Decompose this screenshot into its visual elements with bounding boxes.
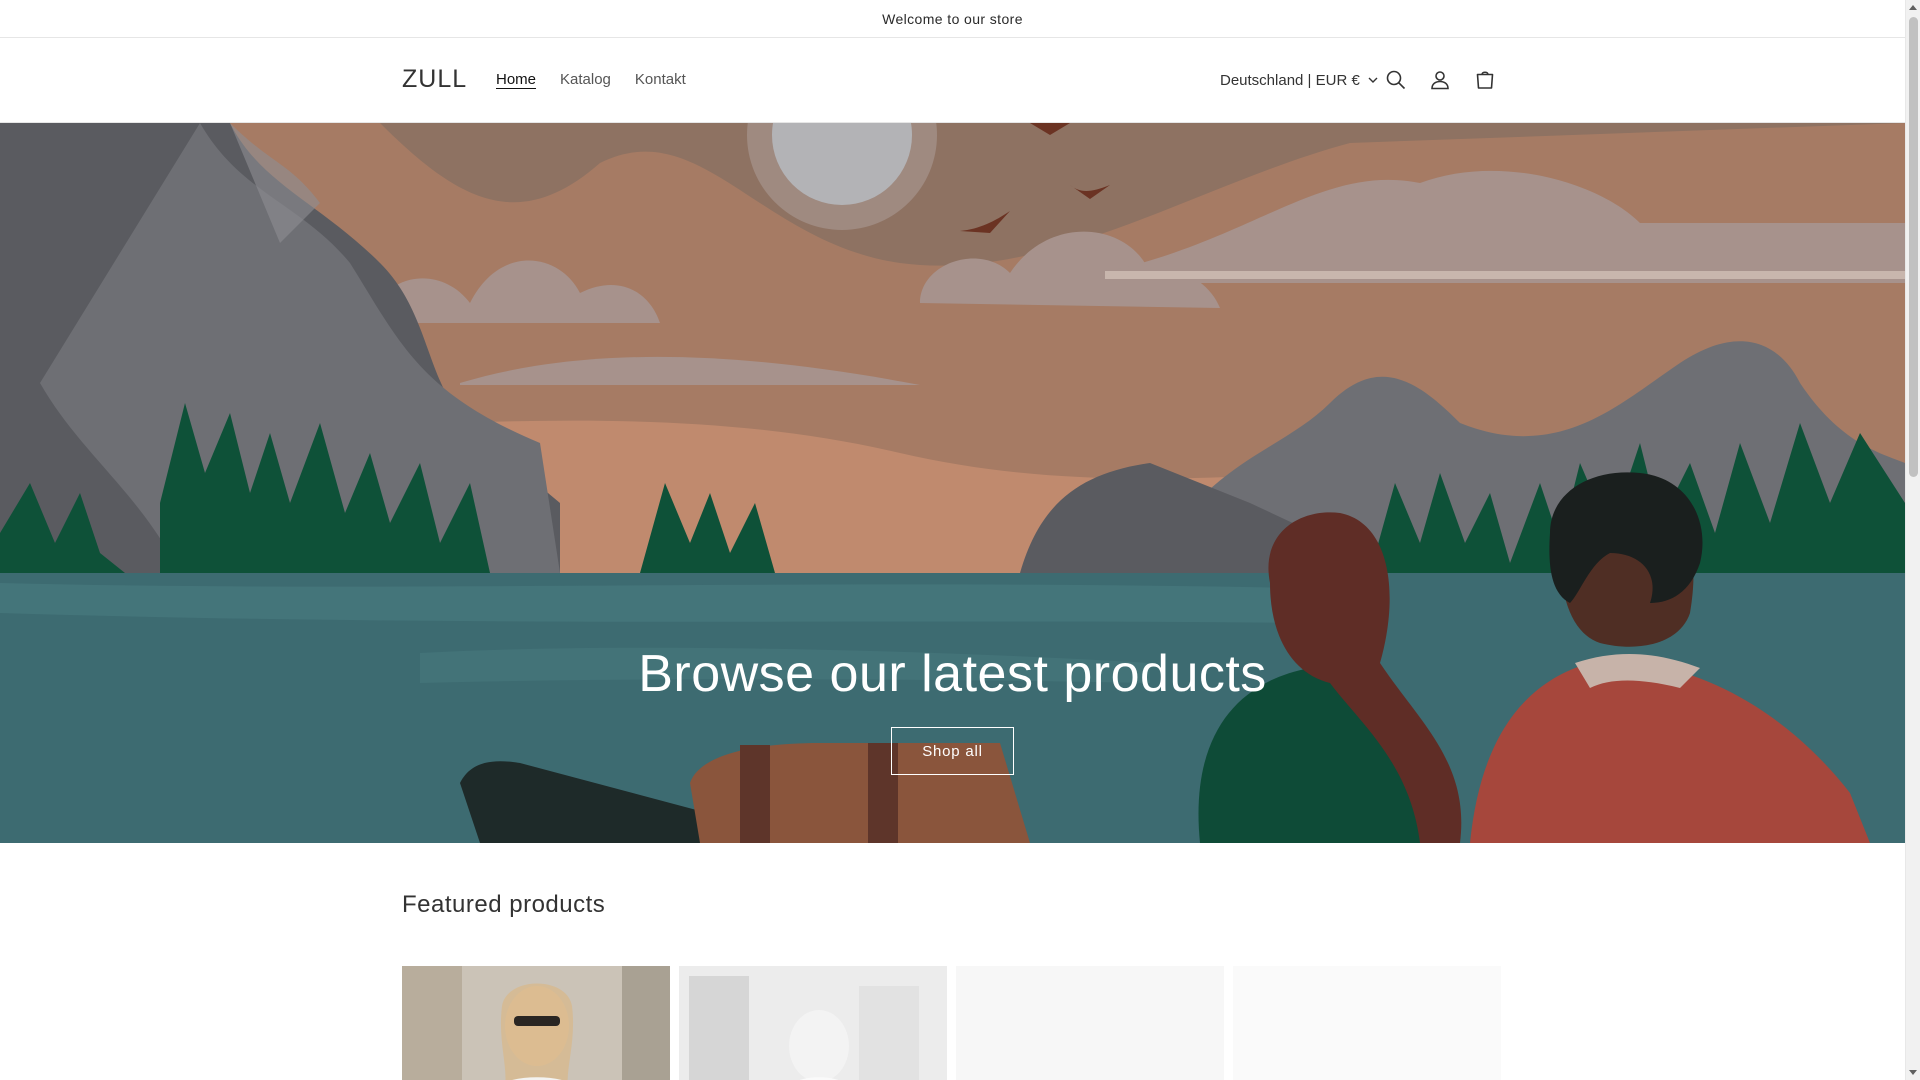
hero-banner: Browse our latest products Shop all [0,123,1905,843]
product-card[interactable] [956,966,1224,1080]
product-card[interactable] [402,966,670,1080]
announcement-text: Welcome to our store [882,10,1023,27]
search-button[interactable] [1374,58,1418,102]
featured-products: Featured products [0,843,1905,1080]
nav-item-kontakt[interactable]: Kontakt [623,70,698,90]
country-selector[interactable]: Deutschland | EUR € [1210,68,1388,92]
country-selector-label: Deutschland | EUR € [1220,71,1360,89]
nav-item-katalog[interactable]: Katalog [548,70,623,90]
cart-button[interactable] [1463,58,1507,102]
page: Welcome to our store ZULL Home Katalog K… [0,0,1905,1080]
product-card[interactable] [1233,966,1501,1080]
product-image [402,966,670,1080]
site-header: ZULL Home Katalog Kontakt Deutschland | … [0,38,1905,123]
store-logo[interactable]: ZULL [402,65,467,94]
product-card[interactable] [679,966,947,1080]
product-image [679,966,947,1080]
page-scrollbar[interactable] [1905,0,1920,1080]
scroll-down-icon[interactable] [1909,1070,1917,1075]
scroll-up-icon[interactable] [1909,5,1917,10]
announcement-bar: Welcome to our store [0,0,1905,38]
account-icon [1431,71,1449,90]
nav-item-home[interactable]: Home [484,70,548,90]
hero-title: Browse our latest products [638,645,1267,703]
shop-all-button[interactable]: Shop all [891,727,1014,775]
main-nav: Home Katalog Kontakt [484,70,698,90]
scrollbar-thumb[interactable] [1909,17,1918,477]
cart-icon [1476,71,1494,89]
search-icon [1386,70,1406,90]
featured-products-title: Featured products [402,891,606,918]
hero-content: Browse our latest products Shop all [0,643,1905,775]
account-button[interactable] [1418,58,1462,102]
